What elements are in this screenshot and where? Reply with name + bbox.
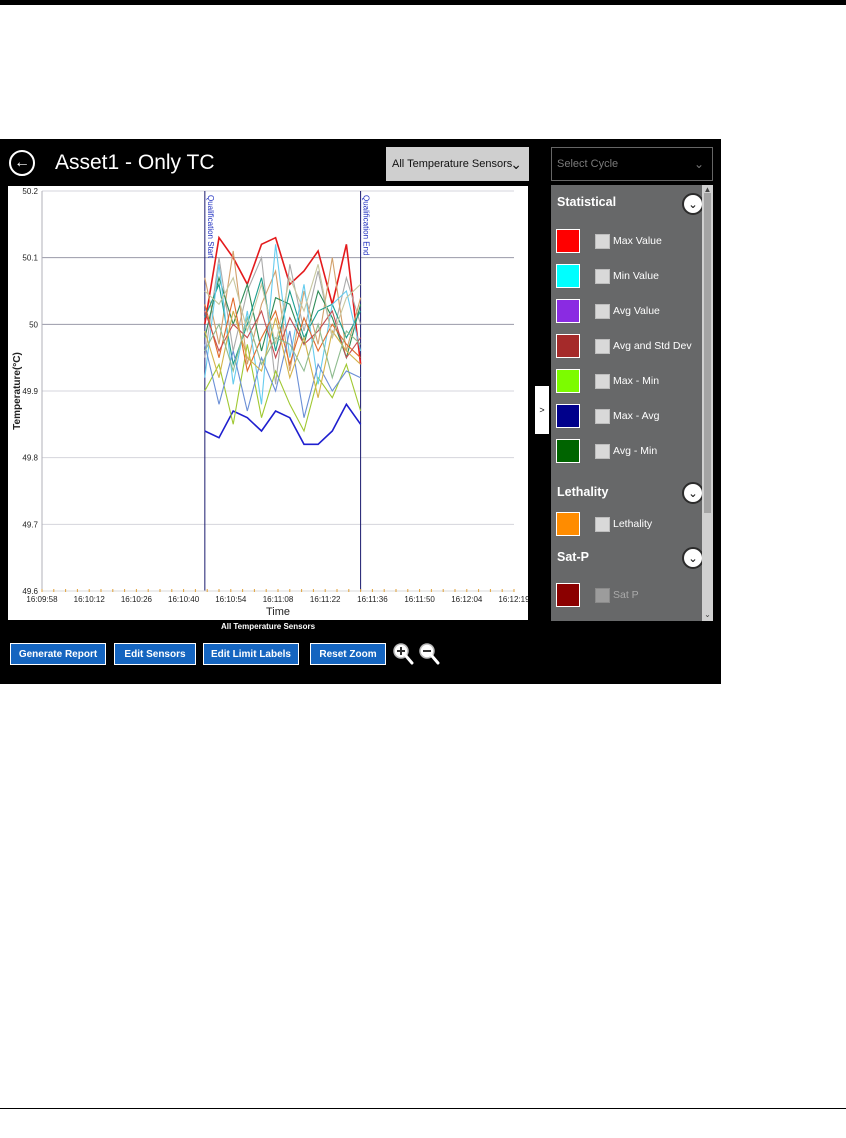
zoom-in-icon[interactable]	[392, 642, 414, 666]
legend-checkbox[interactable]	[595, 517, 610, 532]
y-tick-label: 49.8	[22, 454, 38, 463]
qualification-marker-label: Qualification End	[362, 195, 371, 255]
x-tick-label: 16:12:04	[451, 595, 483, 604]
legend-checkbox[interactable]	[595, 304, 610, 319]
x-tick-label: 16:11:22	[310, 595, 341, 604]
color-swatch[interactable]	[556, 334, 580, 358]
series-line	[204, 402, 362, 446]
x-tick-label: 16:10:26	[121, 595, 153, 604]
legend-label: Max - Avg	[613, 410, 660, 422]
color-swatch[interactable]	[556, 299, 580, 323]
y-tick-label: 49.7	[22, 520, 38, 529]
legend-item-sat-p: Sat P	[556, 583, 706, 609]
sensor-select-value: All Temperature Sensors	[392, 158, 513, 170]
legend-item-lethality[interactable]: Lethality	[556, 512, 706, 538]
color-swatch[interactable]	[556, 512, 580, 536]
legend-label: Avg Value	[613, 305, 660, 317]
color-swatch[interactable]	[556, 404, 580, 428]
legend-checkbox	[595, 588, 610, 603]
legend-checkbox[interactable]	[595, 234, 610, 249]
y-axis-label: Temperature(°C)	[12, 352, 23, 430]
cycle-select-dropdown[interactable]: Select Cycle ⌄	[551, 147, 713, 181]
x-tick-label: 16:12:19	[498, 595, 528, 604]
chevron-down-icon[interactable]: ⌄	[682, 547, 704, 569]
chevron-down-icon: ⌄	[693, 157, 704, 171]
legend-item-avg-min[interactable]: Avg - Min	[556, 439, 706, 465]
x-tick-label: 16:09:58	[26, 595, 58, 604]
legend-label: Avg and Std Dev	[613, 340, 692, 352]
page-top-rule	[0, 0, 846, 5]
x-tick-label: 16:10:40	[168, 595, 200, 604]
legend-item-max-value[interactable]: Max Value	[556, 229, 706, 255]
section-sat-p-title: Sat-P	[557, 550, 589, 564]
x-tick-label: 16:10:54	[215, 595, 247, 604]
legend-label: Max - Min	[613, 375, 660, 387]
legend-item-max-avg[interactable]: Max - Avg	[556, 404, 706, 430]
legend-checkbox[interactable]	[595, 339, 610, 354]
x-tick-label: 16:11:50	[404, 595, 435, 604]
color-swatch[interactable]	[556, 264, 580, 288]
legend-item-avg-value[interactable]: Avg Value	[556, 299, 706, 325]
x-tick-label: 16:10:12	[74, 595, 106, 604]
reset-zoom-button[interactable]: Reset Zoom	[310, 643, 386, 665]
y-tick-label: 50.2	[22, 187, 38, 196]
scrollbar-thumb[interactable]	[704, 193, 711, 513]
legend-item-max-min[interactable]: Max - Min	[556, 369, 706, 395]
chevron-down-icon[interactable]: ⌄	[682, 193, 704, 215]
legend-checkbox[interactable]	[595, 269, 610, 284]
x-tick-label: 16:11:36	[357, 595, 388, 604]
legend-label: Max Value	[613, 235, 662, 247]
section-lethality-title: Lethality	[557, 485, 609, 499]
y-tick-label: 49.9	[22, 387, 38, 396]
legend-scrollbar[interactable]: ▲ ⌄	[702, 185, 713, 621]
color-swatch[interactable]	[556, 439, 580, 463]
chevron-down-icon: ⌄	[510, 156, 522, 172]
legend-panel: Statistical ⌄ Max Value Min Value Avg Va…	[551, 185, 713, 621]
legend-item-avg-std-dev[interactable]: Avg and Std Dev	[556, 334, 706, 360]
app-window: ← Asset1 - Only TC All Temperature Senso…	[0, 139, 721, 684]
series-line	[204, 344, 362, 433]
y-tick-label: 50.1	[22, 254, 38, 263]
edit-sensors-button[interactable]: Edit Sensors	[114, 643, 196, 665]
zoom-out-icon[interactable]	[418, 642, 440, 666]
legend-checkbox[interactable]	[595, 444, 610, 459]
legend-checkbox[interactable]	[595, 409, 610, 424]
chart-footer: All Temperature Sensors	[220, 622, 316, 631]
legend-label: Lethality	[613, 518, 653, 530]
generate-report-button[interactable]: Generate Report	[10, 643, 106, 665]
cycle-select-placeholder: Select Cycle	[557, 158, 619, 170]
edit-limit-labels-button[interactable]: Edit Limit Labels	[203, 643, 299, 665]
legend-checkbox[interactable]	[595, 374, 610, 389]
legend-item-min-value[interactable]: Min Value	[556, 264, 706, 290]
legend-label: Sat P	[613, 589, 639, 601]
temperature-chart[interactable]: Qualification Start Qualification End 49.…	[8, 186, 528, 620]
legend-label: Min Value	[613, 270, 659, 282]
page-bottom-rule	[0, 1108, 846, 1109]
y-tick-label: 50	[29, 320, 38, 329]
back-arrow-icon[interactable]: ←	[9, 150, 35, 176]
legend-label: Avg - Min	[613, 445, 658, 457]
color-swatch[interactable]	[556, 369, 580, 393]
color-swatch[interactable]	[556, 229, 580, 253]
chevron-down-icon[interactable]: ⌄	[682, 482, 704, 504]
chart-svg: Qualification Start Qualification End 49.…	[12, 187, 528, 618]
panel-toggle-button[interactable]: >	[535, 386, 549, 434]
sensor-select-dropdown[interactable]: All Temperature Sensors ⌄	[386, 147, 529, 181]
page-title: Asset1 - Only TC	[55, 151, 215, 174]
scroll-down-icon[interactable]: ⌄	[702, 610, 713, 619]
qualification-marker-label: Qualification Start	[206, 195, 215, 259]
x-axis-label: Time	[266, 606, 290, 618]
section-statistical-title: Statistical	[557, 195, 617, 209]
x-tick-label: 16:11:08	[263, 595, 294, 604]
color-swatch	[556, 583, 580, 607]
